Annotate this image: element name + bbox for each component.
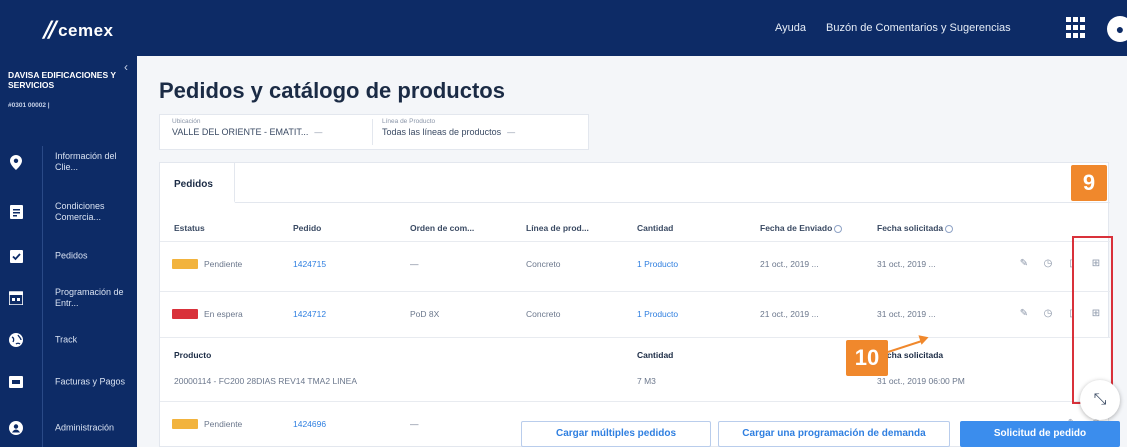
location-filter[interactable]: Ubicación VALLE DEL ORIENTE - EMATIT... — — [172, 118, 322, 137]
sidebar-item-label: Track — [55, 334, 78, 345]
info-icon — [945, 224, 954, 233]
grid-icon[interactable] — [1066, 17, 1088, 39]
column-header-linea[interactable]: Línea de prod... — [526, 223, 589, 233]
location-pin-icon — [8, 154, 24, 170]
bottom-action-bar: Cargar múltiples pedidos Cargar una prog… — [0, 421, 1127, 447]
sidebar-item-track[interactable]: Track — [0, 320, 137, 360]
app-window: // cemex Ayuda Buzón de Comentarios y Su… — [0, 0, 1127, 447]
column-header-fecha-solicitada[interactable]: Fecha solicitada — [877, 223, 954, 233]
status-text: Pendiente — [204, 258, 243, 269]
logo-mark-icon: // — [44, 18, 57, 43]
detail-requested-date: 31 oct., 2019 06:00 PM — [877, 376, 965, 386]
logo-text: cemex — [58, 20, 114, 40]
purchase-order: — — [410, 258, 419, 269]
column-header-fecha-solicitada-label: Fecha solicitada — [877, 223, 944, 233]
detail-quantity: 7 M3 — [637, 376, 656, 386]
table-row[interactable]: En espera 1424712 PoD 8X Concreto 1 Prod… — [160, 291, 1110, 335]
filter-divider — [372, 119, 373, 145]
sidebar-item-label: Pedidos — [55, 250, 88, 261]
column-header-orden[interactable]: Orden de com... — [410, 223, 474, 233]
collapse-sidebar-icon[interactable]: ‹ — [124, 60, 128, 74]
detail-header-producto: Producto — [174, 350, 212, 360]
sidebar-item-label: Condiciones Comercia... — [55, 201, 105, 222]
requested-date: 31 oct., 2019 ... — [877, 308, 936, 319]
quantity-link[interactable]: 1 Producto — [637, 259, 678, 269]
status-color-swatch — [172, 308, 198, 319]
sidebar-item-condiciones[interactable]: Condiciones Comercia... — [0, 192, 137, 232]
product-line-filter-value: Todas las líneas de productos — [382, 127, 502, 137]
company-id: #0301 00002 | — [8, 102, 50, 109]
chevron-down-icon: — — [507, 128, 516, 137]
help-link[interactable]: Ayuda — [775, 22, 806, 34]
sidebar: ‹ DAVISA EDIFICACIONES Y SERVICIOS #0301… — [0, 56, 137, 447]
page-title: Pedidos y catálogo de productos — [159, 78, 505, 103]
column-header-pedido[interactable]: Pedido — [293, 223, 321, 233]
ship-date: 21 oct., 2019 ... — [760, 258, 819, 269]
sidebar-item-informacion[interactable]: Información del Clie... — [0, 142, 137, 182]
cemex-logo[interactable]: // cemex — [44, 18, 114, 43]
status-color-swatch — [172, 258, 198, 269]
purchase-order: PoD 8X — [410, 308, 440, 319]
edit-icon[interactable]: ✎ — [1018, 258, 1030, 270]
column-header-cantidad[interactable]: Cantidad — [637, 223, 673, 233]
sidebar-item-pedidos[interactable]: Pedidos — [0, 236, 137, 276]
order-detail-panel: Producto Cantidad Fecha solicitada 20000… — [160, 337, 1110, 401]
collapse-view-icon[interactable]: ⤡ — [1080, 380, 1120, 420]
column-header-fecha-enviado-label: Fecha de Enviado — [760, 223, 833, 233]
wallet-icon — [8, 374, 24, 390]
tab-pedidos[interactable]: Pedidos — [160, 163, 235, 203]
detail-product: 20000114 - FC200 28DIAS REV14 TMA2 LINEA — [174, 376, 358, 386]
checkbox-icon — [8, 248, 24, 264]
main-content: Pedidos y catálogo de productos Ubicació… — [137, 56, 1127, 447]
feedback-link[interactable]: Buzón de Comentarios y Sugerencias — [826, 22, 1011, 34]
location-filter-value: VALLE DEL ORIENTE - EMATIT... — [172, 127, 309, 137]
order-number-link[interactable]: 1424712 — [293, 309, 326, 319]
location-filter-label: Ubicación — [172, 118, 201, 125]
user-avatar-icon[interactable]: ● — [1107, 16, 1127, 42]
product-line: Concreto — [526, 308, 561, 319]
calendar-icon — [8, 290, 24, 306]
column-header-estatus[interactable]: Estatus — [174, 223, 205, 233]
table-row[interactable]: Pendiente 1424715 — Concreto 1 Producto … — [160, 241, 1110, 285]
info-icon — [834, 224, 843, 233]
company-name: DAVISA EDIFICACIONES Y SERVICIOS — [8, 70, 116, 90]
sidebar-item-programacion[interactable]: Programación de Entr... — [0, 278, 137, 318]
ship-date: 21 oct., 2019 ... — [760, 308, 819, 319]
requested-date: 31 oct., 2019 ... — [877, 258, 936, 269]
new-order-button[interactable]: Solicitud de pedido — [960, 421, 1120, 447]
detail-header-cantidad: Cantidad — [637, 350, 674, 360]
top-bar: // cemex Ayuda Buzón de Comentarios y Su… — [0, 0, 1127, 56]
edit-icon[interactable]: ✎ — [1018, 308, 1030, 320]
column-header-fecha-enviado[interactable]: Fecha de Enviado — [760, 223, 843, 233]
annotation-badge-9: 9 — [1071, 165, 1107, 201]
annotation-badge-10: 10 — [846, 340, 888, 376]
sidebar-item-label: Información del Clie... — [55, 151, 117, 172]
document-icon — [8, 204, 24, 220]
chevron-down-icon: — — [314, 128, 323, 137]
sidebar-item-label: Programación de Entr... — [55, 287, 124, 308]
filter-bar: Ubicación VALLE DEL ORIENTE - EMATIT... —… — [159, 114, 589, 150]
history-icon[interactable]: ◷ — [1042, 258, 1054, 270]
tab-label: Pedidos — [174, 179, 213, 190]
history-icon[interactable]: ◷ — [1042, 308, 1054, 320]
orders-card: Pedidos Estatus Pedido Orden de com... L… — [159, 162, 1110, 447]
order-number-link[interactable]: 1424715 — [293, 259, 326, 269]
annotation-highlight-box — [1072, 236, 1113, 404]
product-line-filter[interactable]: Línea de Producto Todas las líneas de pr… — [382, 118, 515, 137]
upload-demand-schedule-button[interactable]: Cargar una programación de demanda — [718, 421, 950, 447]
sidebar-item-facturas[interactable]: Facturas y Pagos — [0, 362, 137, 402]
product-line-filter-label: Línea de Producto — [382, 118, 436, 125]
status-text: En espera — [204, 308, 243, 319]
quantity-link[interactable]: 1 Producto — [637, 309, 678, 319]
upload-multiple-orders-button[interactable]: Cargar múltiples pedidos — [521, 421, 711, 447]
sidebar-item-label: Facturas y Pagos — [55, 376, 126, 387]
product-line: Concreto — [526, 258, 561, 269]
globe-icon — [8, 332, 24, 348]
tabs-divider — [235, 202, 1110, 203]
